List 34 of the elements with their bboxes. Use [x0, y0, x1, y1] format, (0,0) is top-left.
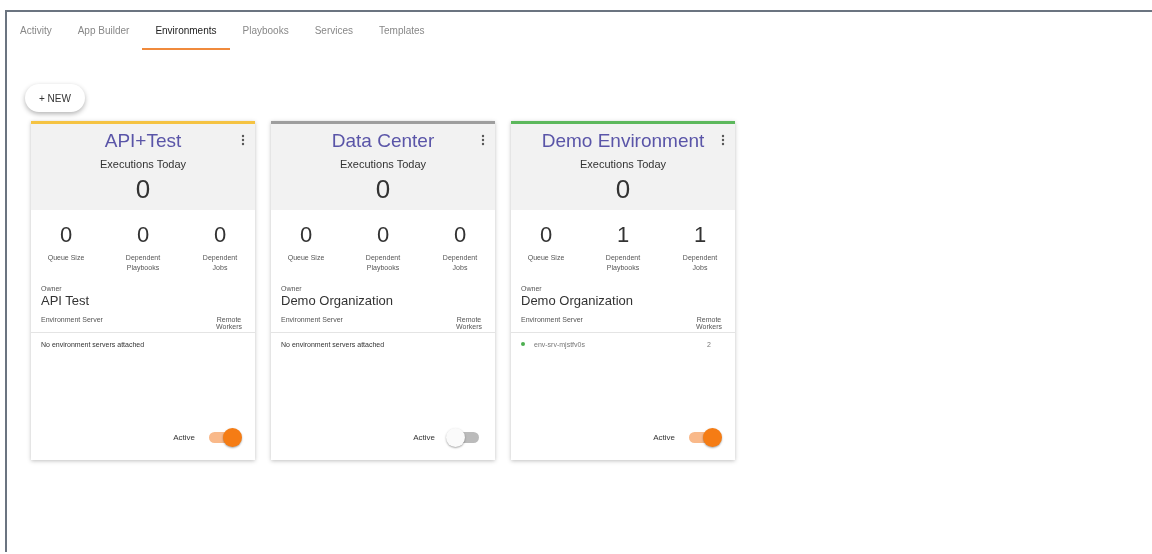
stat-value: 1 — [616, 222, 630, 248]
stat-value: 0 — [59, 222, 73, 248]
more-icon[interactable] — [481, 134, 485, 146]
tab[interactable]: Activity — [19, 25, 65, 50]
tab[interactable]: Playbooks — [229, 25, 302, 50]
owner-name: Demo Organization — [521, 292, 634, 308]
active-label: Active — [413, 433, 435, 442]
tab[interactable]: Services — [301, 25, 366, 50]
stat-value: 0 — [453, 222, 467, 248]
environment-name: Data Center — [331, 130, 435, 152]
executions-label: Executions Today — [340, 158, 426, 170]
tab[interactable]: App Builder — [64, 25, 143, 50]
stat-value: 0 — [376, 222, 390, 248]
stat-value: 0 — [539, 222, 553, 248]
new-button[interactable]: + NEW — [25, 84, 85, 112]
executions-label: Executions Today — [580, 158, 666, 170]
active-label: Active — [653, 433, 675, 442]
tab[interactable]: Templates — [366, 25, 438, 50]
owner-name: Demo Organization — [281, 292, 394, 308]
stat-value: 0 — [299, 222, 313, 248]
executions-count: 0 — [135, 174, 151, 205]
active-label: Active — [173, 433, 195, 442]
executions-count: 0 — [615, 174, 631, 205]
more-icon[interactable] — [721, 134, 725, 146]
executions-count: 0 — [375, 174, 391, 205]
executions-label: Executions Today — [100, 158, 186, 170]
stat-value: 0 — [136, 222, 150, 248]
tab[interactable]: Environments — [142, 25, 230, 50]
environment-name: API+Test — [104, 130, 182, 152]
environment-name: Demo Environment — [541, 130, 705, 152]
owner-name: API Test — [41, 292, 91, 308]
stat-value: 0 — [213, 222, 227, 248]
stat-value: 1 — [693, 222, 707, 248]
more-icon[interactable] — [241, 134, 245, 146]
